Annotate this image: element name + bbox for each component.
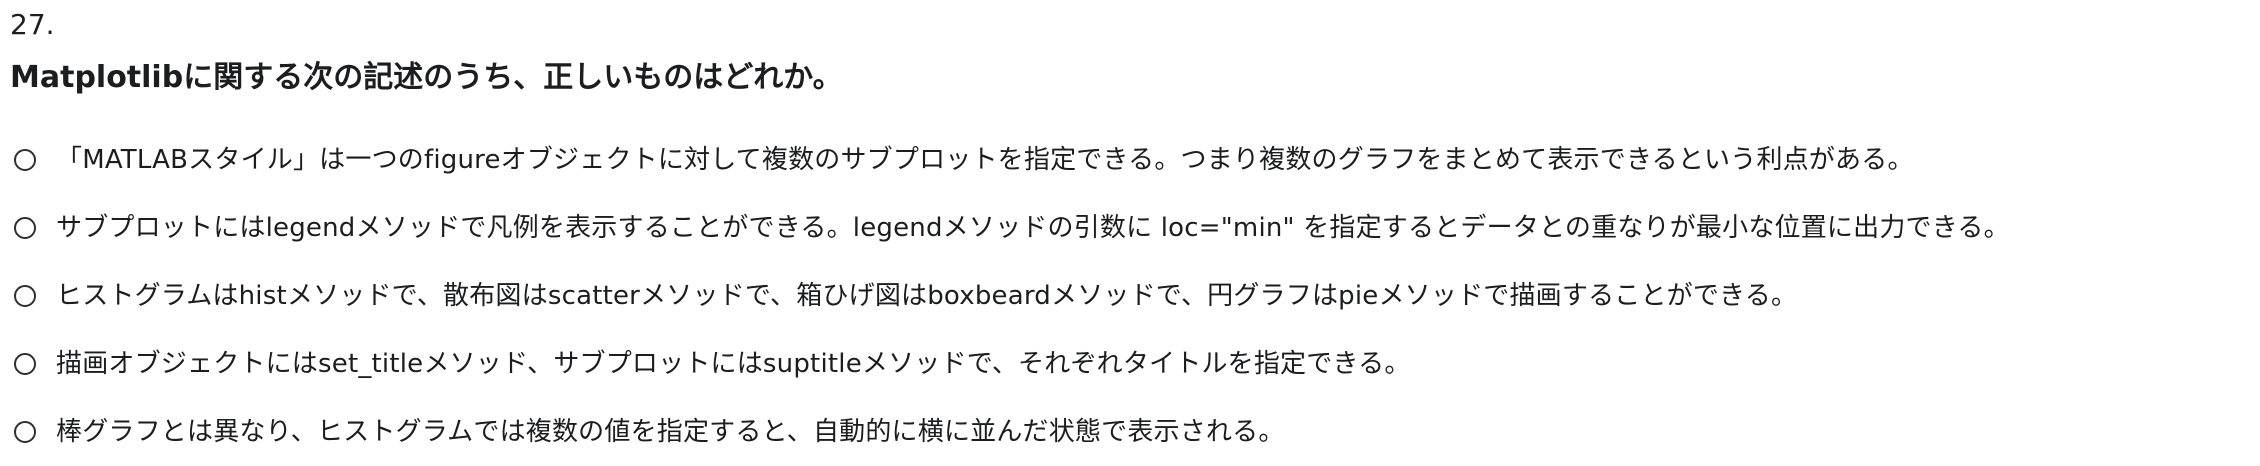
radio-unselected-icon[interactable] — [14, 353, 36, 375]
answer-option-3[interactable]: ヒストグラムはhistメソッドで、散布図はscatterメソッドで、箱ひげ図はb… — [12, 262, 2256, 330]
radio-unselected-icon[interactable] — [14, 421, 36, 443]
answer-option-label: 「MATLABスタイル」は一つのfigureオブジェクトに対して複数のサブプロッ… — [56, 145, 1914, 175]
question-number: 27. — [10, 8, 55, 41]
answer-option-label: 棒グラフとは異なり、ヒストグラムでは複数の値を指定すると、自動的に横に並んだ状態… — [56, 417, 1285, 447]
radio-unselected-icon[interactable] — [14, 285, 36, 307]
answer-option-5[interactable]: 棒グラフとは異なり、ヒストグラムでは複数の値を指定すると、自動的に横に並んだ状態… — [12, 398, 2256, 466]
answer-option-4[interactable]: 描画オブジェクトにはset_titleメソッド、サブプロットにはsuptitle… — [12, 330, 2256, 398]
answer-option-label: サブプロットにはlegendメソッドで凡例を表示することができる。legendメ… — [56, 213, 2010, 243]
answer-options: 「MATLABスタイル」は一つのfigureオブジェクトに対して複数のサブプロッ… — [12, 126, 2256, 466]
answer-option-2[interactable]: サブプロットにはlegendメソッドで凡例を表示することができる。legendメ… — [12, 194, 2256, 262]
question-text: Matplotlibに関する次の記述のうち、正しいものはどれか。 — [10, 60, 843, 95]
quiz-question-panel: 27. Matplotlibに関する次の記述のうち、正しいものはどれか。 「MA… — [0, 0, 2260, 452]
answer-option-label: 描画オブジェクトにはset_titleメソッド、サブプロットにはsuptitle… — [56, 349, 1411, 379]
radio-unselected-icon[interactable] — [14, 217, 36, 239]
radio-unselected-icon[interactable] — [14, 149, 36, 171]
answer-option-1[interactable]: 「MATLABスタイル」は一つのfigureオブジェクトに対して複数のサブプロッ… — [12, 126, 2256, 194]
answer-option-label: ヒストグラムはhistメソッドで、散布図はscatterメソッドで、箱ひげ図はb… — [56, 281, 1798, 311]
